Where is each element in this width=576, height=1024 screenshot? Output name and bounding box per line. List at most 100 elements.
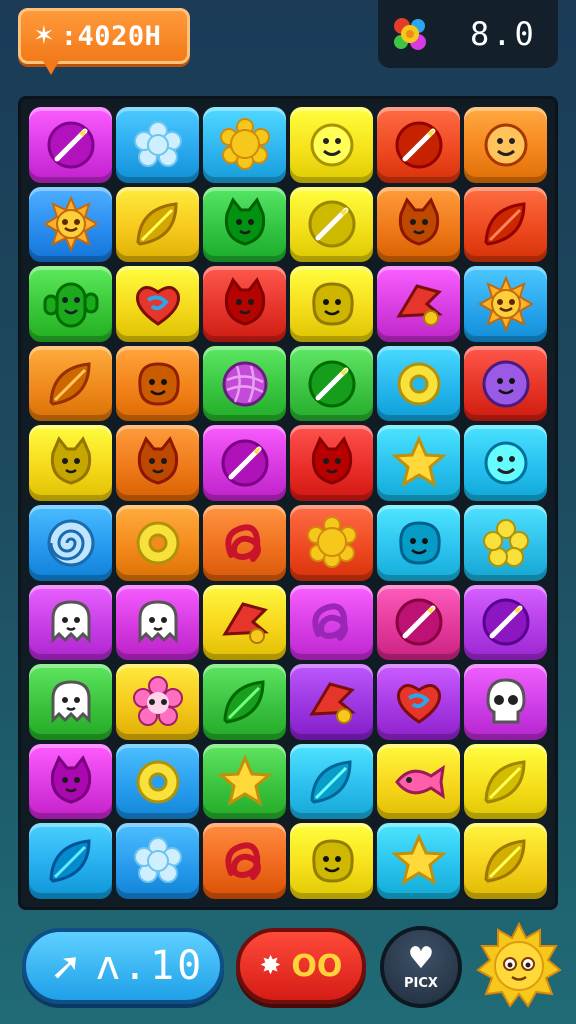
game-tile[interactable]: [290, 425, 373, 501]
game-tile[interactable]: [29, 584, 112, 661]
swirl-icon: [47, 519, 94, 567]
sun-icon: [477, 275, 534, 333]
game-tile[interactable]: [377, 504, 460, 581]
game-tile[interactable]: [464, 584, 547, 661]
skull-icon: [485, 678, 526, 724]
game-tile[interactable]: [464, 664, 547, 740]
game-tile[interactable]: [464, 345, 547, 422]
knot-icon: [311, 603, 348, 642]
feather-ball-icon: [482, 598, 529, 646]
game-tile[interactable]: [203, 186, 286, 263]
game-tile[interactable]: [116, 504, 199, 581]
cat-icon: [50, 754, 91, 804]
game-tile[interactable]: [116, 664, 199, 740]
game-tile[interactable]: [290, 266, 373, 342]
game-tile[interactable]: [203, 823, 286, 899]
game-tile[interactable]: [29, 743, 112, 820]
level-button[interactable]: ➚ ʌ.10: [22, 928, 224, 1004]
game-tile[interactable]: [203, 504, 286, 581]
level-value: ʌ.10: [95, 943, 205, 989]
game-tile[interactable]: [377, 425, 460, 501]
game-tile[interactable]: [29, 425, 112, 501]
game-tile[interactable]: [116, 345, 199, 422]
game-tile[interactable]: [464, 743, 547, 820]
heart-icon: ♥: [407, 940, 435, 976]
boost-button[interactable]: ✸ OO: [236, 928, 366, 1004]
heart-swirl-icon: [135, 285, 180, 326]
game-tile[interactable]: [464, 266, 547, 342]
donut-icon: [397, 362, 440, 406]
flag-icon: [395, 284, 443, 326]
game-tile[interactable]: [377, 743, 460, 820]
game-tile[interactable]: [29, 823, 112, 899]
blob-face-icon: [398, 521, 441, 565]
game-tile[interactable]: [290, 345, 373, 422]
flower-icon: [132, 675, 183, 726]
game-tile[interactable]: [464, 107, 547, 183]
game-tile[interactable]: [377, 186, 460, 263]
game-tile[interactable]: [29, 345, 112, 422]
donut-icon: [136, 521, 179, 565]
game-tile[interactable]: [29, 107, 112, 183]
game-tile[interactable]: [377, 266, 460, 342]
donut-icon: [136, 760, 179, 804]
feather-ball-icon: [395, 598, 442, 646]
game-tile[interactable]: [116, 186, 199, 263]
pick-button[interactable]: ♥ PICX: [380, 926, 462, 1008]
game-tile[interactable]: [203, 743, 286, 820]
game-tile[interactable]: [116, 584, 199, 661]
game-tile[interactable]: [290, 186, 373, 263]
game-tile[interactable]: [29, 664, 112, 740]
game-tile[interactable]: [377, 823, 460, 899]
game-tile[interactable]: [203, 107, 286, 183]
game-tile[interactable]: [290, 823, 373, 899]
game-tile[interactable]: [116, 743, 199, 820]
game-tile[interactable]: [377, 345, 460, 422]
game-tile[interactable]: [203, 345, 286, 422]
sun-face-button[interactable]: [476, 921, 562, 1008]
game-tile[interactable]: [290, 664, 373, 740]
sun-face-icon: [482, 360, 529, 408]
game-tile[interactable]: [203, 664, 286, 740]
face-icon: [484, 123, 527, 167]
game-tile[interactable]: [290, 504, 373, 581]
feather-ball-icon: [395, 121, 442, 169]
game-tile[interactable]: [377, 107, 460, 183]
ghost-icon: [51, 600, 90, 645]
snowflake-icon: [133, 837, 182, 884]
game-tile[interactable]: [29, 266, 112, 342]
feather-ball-icon: [47, 121, 94, 169]
game-tile[interactable]: [290, 107, 373, 183]
leaf-icon: [135, 202, 178, 246]
sparkle-icon: ✸: [259, 951, 282, 981]
game-tile[interactable]: [464, 425, 547, 501]
game-tile[interactable]: [29, 186, 112, 263]
cat-icon: [398, 197, 439, 246]
game-tile[interactable]: [203, 584, 286, 661]
game-tile[interactable]: [116, 107, 199, 183]
blob-face-icon: [311, 839, 354, 883]
feather-ball-icon: [308, 200, 355, 248]
snowflake-icon: [133, 120, 182, 167]
game-tile[interactable]: [464, 186, 547, 263]
game-tile[interactable]: [377, 584, 460, 661]
game-tile[interactable]: [290, 584, 373, 661]
star-flower-icon: [482, 518, 529, 567]
game-tile[interactable]: [377, 664, 460, 740]
face-icon: [310, 123, 353, 167]
game-tile[interactable]: [203, 266, 286, 342]
game-tile[interactable]: [290, 743, 373, 820]
blob-face-icon: [137, 362, 180, 406]
game-tile[interactable]: [464, 504, 547, 581]
game-tile[interactable]: [464, 823, 547, 899]
leaf-icon: [483, 839, 526, 883]
leaf-icon: [483, 759, 526, 804]
game-tile[interactable]: [116, 425, 199, 501]
game-tile[interactable]: [203, 425, 286, 501]
leaf-icon: [48, 839, 91, 883]
game-tile[interactable]: [29, 504, 112, 581]
game-tile[interactable]: [116, 266, 199, 342]
feather-ball-icon: [221, 439, 268, 487]
game-tile[interactable]: [116, 823, 199, 899]
cat-icon: [224, 197, 265, 246]
